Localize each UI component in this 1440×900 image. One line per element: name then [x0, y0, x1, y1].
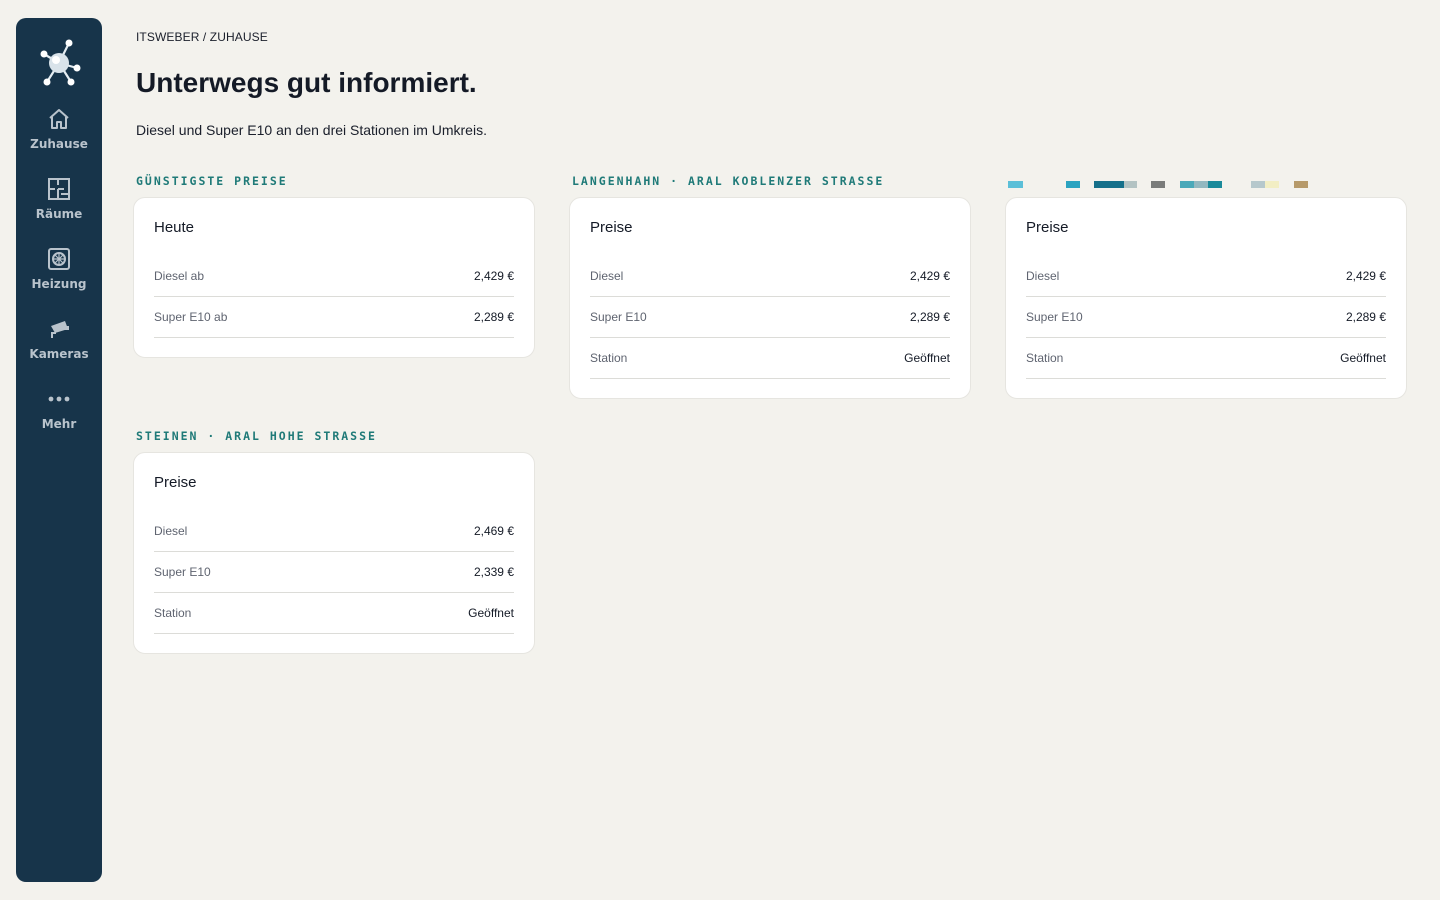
row-label: Super E10: [154, 565, 211, 579]
row-value: 2,429 €: [1345, 269, 1386, 283]
heating-icon: [48, 248, 70, 270]
sidebar-item-heizung[interactable]: Heizung: [16, 234, 102, 304]
card-title: Preise: [154, 474, 197, 491]
sidebar-item-label: Heizung: [31, 277, 87, 291]
row-label: Station: [590, 351, 628, 365]
price-row-diesel: Diesel 2,469 €: [154, 511, 514, 552]
card-title: Preise: [1026, 219, 1069, 236]
stripe-segment: [1094, 181, 1124, 188]
row-label: Diesel: [590, 269, 624, 283]
price-row-diesel: Diesel ab 2,429 €: [154, 256, 514, 297]
sidebar-item-kameras[interactable]: Kameras: [16, 304, 102, 374]
price-card-steinen: Preise Diesel 2,469 € Super E10 2,339 € …: [133, 452, 535, 654]
card-title: Preise: [590, 219, 633, 236]
price-row-super-e10: Super E10 2,289 €: [590, 297, 950, 338]
row-label: Super E10: [590, 310, 647, 324]
breadcrumb: ITSWEBER / ZUHAUSE: [136, 30, 268, 44]
stripe-segment: [1294, 181, 1308, 188]
price-card-langenhahn: Preise Diesel 2,429 € Super E10 2,289 € …: [569, 197, 971, 399]
row-label: Super E10: [1026, 310, 1083, 324]
station-status-row: Station Geöffnet: [590, 338, 950, 379]
row-label: Diesel: [154, 524, 188, 538]
card-title: Heute: [154, 219, 195, 236]
price-row-diesel: Diesel 2,429 €: [590, 256, 950, 297]
price-card-cheapest: Heute Diesel ab 2,429 € Super E10 ab 2,2…: [133, 197, 535, 358]
row-value: 2,289 €: [1345, 310, 1386, 324]
more-icon: [48, 396, 70, 402]
sidebar-item-raeume[interactable]: Räume: [16, 164, 102, 234]
price-row-super-e10: Super E10 2,289 €: [1026, 297, 1386, 338]
stripe-segment: [1180, 181, 1194, 188]
app-logo-icon[interactable]: [36, 38, 82, 86]
stripe-segment: [1265, 181, 1279, 188]
row-value: 2,339 €: [473, 565, 514, 579]
row-value: 2,429 €: [909, 269, 950, 283]
stripe-segment: [1194, 181, 1208, 188]
stripe-segment: [1251, 181, 1265, 188]
sidebar-item-zuhause[interactable]: Zuhause: [16, 94, 102, 164]
sidebar-item-label: Räume: [35, 207, 83, 221]
page-title: Unterwegs gut informiert.: [136, 67, 477, 98]
station-status-row: Station Geöffnet: [1026, 338, 1386, 379]
row-value: Geöffnet: [468, 606, 514, 620]
stripe-segment: [1151, 181, 1165, 188]
row-label: Diesel: [1026, 269, 1060, 283]
home-icon: [49, 109, 69, 129]
price-row-super-e10: Super E10 2,339 €: [154, 552, 514, 593]
row-label: Station: [154, 606, 192, 620]
section-heading-steinen: STEINEN · ARAL HOHE STRASSE: [136, 429, 377, 443]
row-label: Station: [1026, 351, 1064, 365]
row-label: Super E10 ab: [154, 310, 228, 324]
row-value: 2,429 €: [473, 269, 514, 283]
section-heading-langenhahn: LANGENHAHN · ARAL KOBLENZER STRASSE: [572, 174, 885, 188]
row-value: Geöffnet: [1340, 351, 1386, 365]
sidebar-item-mehr[interactable]: Mehr: [16, 374, 102, 444]
floorplan-icon: [48, 178, 70, 200]
stripe-segment: [1208, 181, 1222, 188]
stripe-segment: [1008, 181, 1023, 188]
row-label: Diesel ab: [154, 269, 205, 283]
station-status-row: Station Geöffnet: [154, 593, 514, 634]
row-value: Geöffnet: [904, 351, 950, 365]
price-card-third-station: Preise Diesel 2,429 € Super E10 2,289 € …: [1005, 197, 1407, 399]
stripe-segment: [1124, 181, 1137, 188]
sidebar: Zuhause Räume Heizung Kameras Mehr: [16, 18, 102, 882]
sidebar-item-label: Kameras: [29, 347, 89, 361]
price-row-diesel: Diesel 2,429 €: [1026, 256, 1386, 297]
page-subtitle: Diesel und Super E10 an den drei Station…: [136, 122, 487, 138]
sidebar-item-label: Zuhause: [30, 137, 88, 151]
sidebar-item-label: Mehr: [41, 417, 77, 431]
row-value: 2,289 €: [909, 310, 950, 324]
camera-icon: [51, 321, 69, 338]
price-row-super-e10: Super E10 ab 2,289 €: [154, 297, 514, 338]
row-value: 2,289 €: [473, 310, 514, 324]
section-heading-cheapest: GÜNSTIGSTE PREISE: [136, 174, 288, 188]
stripe-segment: [1066, 181, 1080, 188]
row-value: 2,469 €: [473, 524, 514, 538]
